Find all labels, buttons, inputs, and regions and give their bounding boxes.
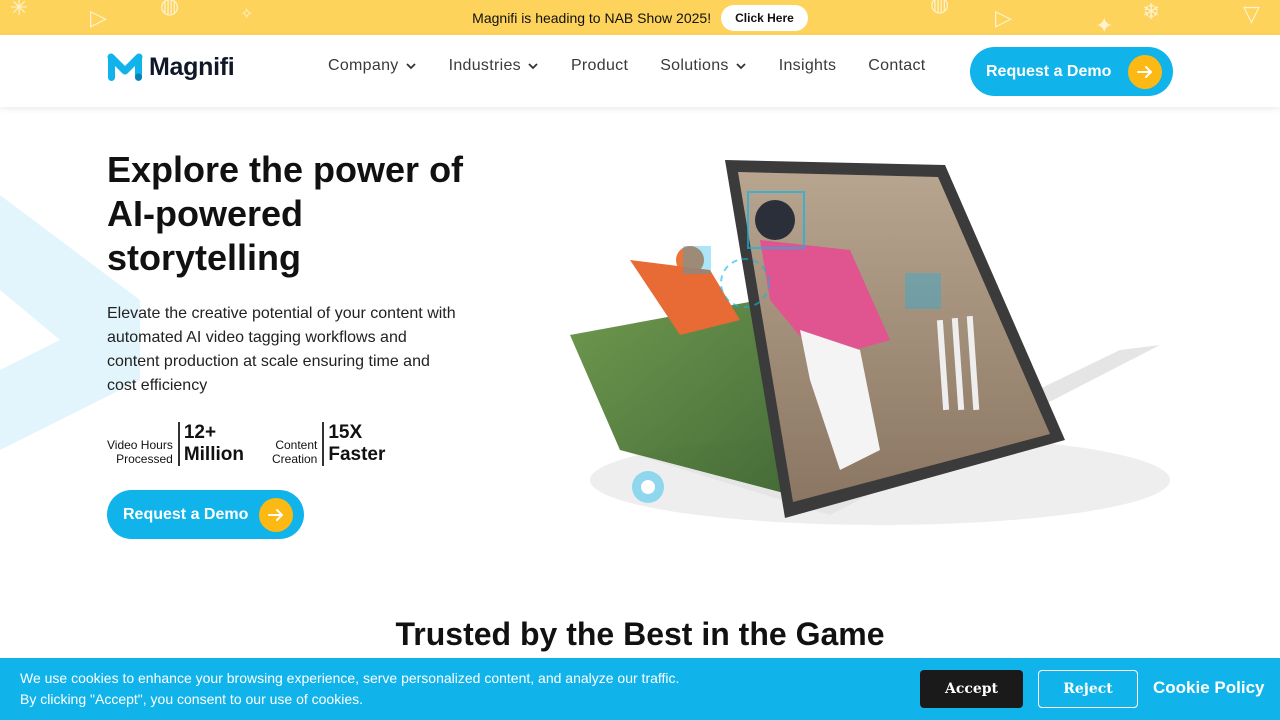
logo-text: Magnifi [149, 52, 235, 81]
stat-label-line: Creation [271, 452, 318, 466]
hero-description: Elevate the creative potential of your c… [107, 305, 456, 394]
stat-value: 12+ Million [180, 422, 244, 466]
cookie-reject-button[interactable]: Reject [1038, 670, 1138, 708]
stat-value: 15X Faster [324, 422, 385, 466]
nav-product[interactable]: Product [571, 57, 628, 75]
announcement-bar: ✳ ▷ ◍ ✧ ◍ ▷ ✦ ❄ ▽ Magnifi is heading to … [0, 0, 1280, 35]
header-request-demo-label: Request a Demo [986, 62, 1112, 80]
play-icon: ▷ [995, 6, 1012, 31]
nav-solutions-label: Solutions [660, 57, 729, 74]
cookie-message-line: By clicking "Accept", you consent to our… [20, 691, 363, 707]
announcement-click-here-button[interactable]: Click Here [721, 4, 808, 31]
nav-product-label: Product [570, 57, 629, 74]
arrow-right-icon [1128, 55, 1162, 89]
ball-icon: ◍ [930, 0, 950, 17]
nav-contact-label: Contact [868, 57, 926, 74]
stat-label: Content Creation [271, 422, 325, 466]
cookie-message-line: We use cookies to enhance your browsing … [20, 670, 680, 686]
stat-value-line: 15X [328, 422, 363, 443]
snowflake-icon: ❄ [1142, 0, 1161, 25]
announcement-text: Magnifi is heading to NAB Show 2025! [472, 9, 712, 26]
main-nav: Company Industries Product Solutions Ins… [328, 57, 958, 75]
nav-contact[interactable]: Contact [868, 57, 925, 75]
chevron-down-icon [405, 63, 416, 70]
star-icon: ✦ [1095, 14, 1114, 35]
site-header: Magnifi Company Industries Product Solut… [0, 35, 1280, 107]
stat-content-creation: Content Creation 15X Faster [272, 422, 385, 466]
hero-stats: Video Hours Processed 12+ Million Conten… [107, 422, 385, 466]
arrow-right-icon [259, 498, 293, 532]
header-request-demo-button[interactable]: Request a Demo [970, 47, 1173, 96]
nav-industries[interactable]: Industries [449, 57, 539, 75]
stat-video-hours: Video Hours Processed 12+ Million [107, 422, 244, 466]
stat-label-line: Content [275, 438, 318, 452]
cookie-banner: We use cookies to enhance your browsing … [0, 658, 1280, 720]
logo[interactable]: Magnifi [107, 51, 235, 83]
nav-company[interactable]: Company [328, 57, 417, 75]
stat-label: Video Hours Processed [107, 422, 180, 466]
trusted-heading: Trusted by the Best in the Game [395, 616, 885, 652]
cookie-accept-button[interactable]: Accept [920, 670, 1023, 708]
star-icon: ✧ [240, 4, 254, 23]
cookie-message: We use cookies to enhance your browsing … [20, 668, 679, 710]
hero-request-demo-button[interactable]: Request a Demo [107, 490, 304, 539]
stat-value-line: Faster [328, 444, 386, 465]
nav-insights-label: Insights [778, 57, 837, 74]
hero-request-demo-label: Request a Demo [123, 505, 249, 523]
chevron-down-icon [528, 63, 538, 70]
hero-title: Explore the power of AI-powered storytel… [107, 148, 477, 280]
nav-company-label: Company [328, 57, 399, 74]
detection-box [905, 273, 941, 309]
snowflake-icon: ✳ [10, 0, 29, 21]
detection-box [683, 246, 711, 274]
shield-icon: ▽ [1243, 2, 1260, 27]
stat-value-line: 12+ [183, 422, 217, 443]
magnifi-logo-icon [107, 53, 143, 81]
hero-tablet-illustration [570, 160, 1170, 525]
nav-insights[interactable]: Insights [779, 57, 837, 75]
stat-label-line: Video Hours [107, 438, 173, 452]
nav-industries-label: Industries [448, 57, 521, 74]
stat-value-line: Million [183, 444, 244, 465]
hero-title-line: Explore the power of [107, 149, 464, 190]
hero-title-line: AI-powered [107, 193, 304, 234]
hero-title-line: storytelling [107, 237, 302, 278]
nav-solutions[interactable]: Solutions [660, 57, 747, 75]
play-icon: ▷ [90, 6, 107, 31]
ball-icon: ◍ [160, 0, 180, 19]
chevron-down-icon [736, 63, 746, 70]
cookie-policy-link[interactable]: Cookie Policy [1153, 678, 1264, 698]
stat-label-line: Processed [116, 452, 173, 466]
